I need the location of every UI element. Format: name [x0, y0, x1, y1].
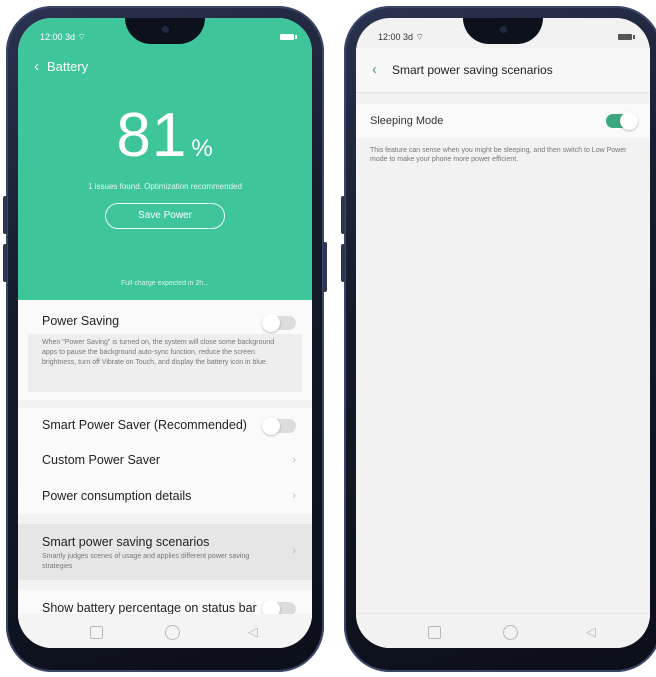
sleeping-mode-label: Sleeping Mode [370, 115, 444, 127]
home-icon[interactable] [503, 625, 518, 640]
sleeping-mode-row[interactable]: Sleeping Mode [356, 104, 650, 138]
power-saving-row[interactable]: Power Saving When "Power Saving" is turn… [18, 300, 312, 400]
page-title: Battery [47, 59, 89, 74]
smart-scenarios-description: Smartly judges scenes of usage and appli… [42, 553, 250, 570]
volume-button [341, 244, 345, 282]
full-charge-text: Full charge expected in 2h... [121, 280, 209, 287]
battery-hero: 12:00 3d ⌔ ‹ Battery 81% 1 issues found.… [18, 18, 312, 300]
smart-power-saver-label: Smart Power Saver (Recommended) [42, 418, 247, 432]
smart-scenarios-label: Smart power saving scenarios [42, 535, 210, 549]
smart-power-saver-toggle[interactable] [262, 417, 296, 435]
battery-icon [618, 34, 635, 40]
page-title: Smart power saving scenarios [392, 63, 553, 77]
issues-text: 1 issues found. Optimization recommended [88, 182, 242, 191]
chevron-right-icon: › [292, 454, 296, 466]
chevron-right-icon: › [292, 545, 296, 557]
phone-right: 12:00 3d ⌔ ‹ Smart power saving scenario… [341, 6, 656, 672]
sleeping-mode-toggle[interactable] [606, 112, 638, 130]
show-percentage-label: Show battery percentage on status bar [42, 601, 257, 615]
power-button [323, 242, 327, 292]
battery-percent-unit: % [191, 135, 214, 162]
battery-percentage: 81% [18, 100, 312, 171]
toggle-knob [262, 417, 280, 435]
custom-power-saver-label: Custom Power Saver [42, 453, 161, 467]
recents-icon[interactable] [90, 626, 103, 639]
smart-power-saver-row[interactable]: Smart Power Saver (Recommended) [18, 408, 312, 442]
scenarios-screen: 12:00 3d ⌔ ‹ Smart power saving scenario… [356, 18, 650, 648]
back-triangle-icon[interactable]: ◁ [248, 624, 258, 640]
phone-left: 12:00 3d ⌔ ‹ Battery 81% 1 issues found.… [3, 6, 327, 672]
sleeping-mode-description: This feature can sense when you might be… [370, 147, 627, 163]
power-consumption-row[interactable]: Power consumption details › [18, 478, 312, 514]
settings-list: Power Saving When "Power Saving" is turn… [18, 300, 312, 648]
status-time: 12:00 3d ⌔ [378, 32, 424, 42]
power-consumption-label: Power consumption details [42, 489, 192, 503]
power-saving-toggle[interactable] [262, 314, 296, 332]
battery-percent-value: 81 [116, 101, 188, 170]
navigation-bar: ◁ [18, 614, 312, 648]
power-saving-label: Power Saving [42, 314, 120, 328]
chevron-left-icon[interactable]: ‹ [372, 61, 377, 78]
power-saving-description: When "Power Saving" is turned on, the sy… [42, 339, 275, 366]
volume-button [3, 196, 7, 234]
toggle-knob [262, 314, 280, 332]
home-icon[interactable] [165, 625, 180, 640]
back-button[interactable]: ‹ Battery [34, 58, 88, 75]
chevron-left-icon: ‹ [34, 58, 39, 75]
status-time: 12:00 3d ⌔ [40, 32, 86, 42]
volume-button [3, 244, 7, 282]
battery-screen: 12:00 3d ⌔ ‹ Battery 81% 1 issues found.… [18, 18, 312, 648]
scenarios-header: ‹ Smart power saving scenarios [356, 48, 650, 93]
volume-button [341, 196, 345, 234]
navigation-bar: ◁ [356, 613, 650, 648]
back-triangle-icon[interactable]: ◁ [586, 624, 596, 640]
chevron-right-icon: › [292, 490, 296, 502]
recents-icon[interactable] [428, 626, 441, 639]
toggle-knob [620, 112, 638, 130]
smart-scenarios-row[interactable]: Smart power saving scenarios Smartly jud… [18, 524, 312, 580]
save-power-button[interactable]: Save Power [105, 203, 225, 229]
battery-icon [280, 34, 297, 40]
custom-power-saver-row[interactable]: Custom Power Saver › [18, 442, 312, 478]
power-saving-description-box: When "Power Saving" is turned on, the sy… [28, 334, 302, 392]
